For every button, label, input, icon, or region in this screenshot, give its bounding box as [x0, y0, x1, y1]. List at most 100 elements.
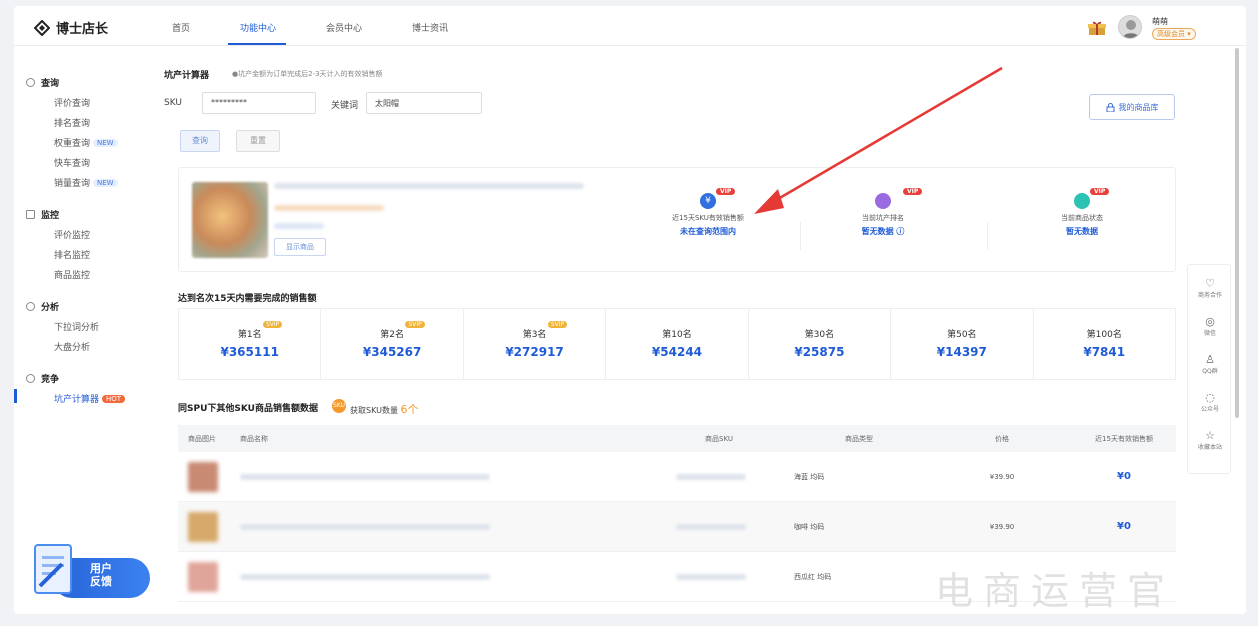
- logo-text: 博士店长: [56, 22, 109, 37]
- product-thumbnail: [188, 561, 218, 592]
- sidebar-section-analysis[interactable]: 分析: [26, 300, 59, 313]
- table-row[interactable]: 咖啡 均码 ¥39.90 ¥0: [178, 502, 1176, 552]
- avatar-icon: [1122, 20, 1140, 38]
- rank-value: ¥365111: [220, 345, 279, 359]
- metric-current-rank-value[interactable]: 暂无数据 ⓘ: [835, 226, 931, 237]
- rank-cell: 第100名 ¥7841: [1034, 309, 1175, 379]
- gift-icon[interactable]: [1088, 20, 1106, 36]
- sku-input[interactable]: *********: [202, 92, 316, 114]
- rank-cell: SVIP 第3名 ¥272917: [464, 309, 607, 379]
- rank-value: ¥25875: [794, 345, 845, 359]
- sku-icon: SKU: [332, 399, 346, 413]
- rank-value: ¥345267: [362, 345, 422, 359]
- query-button[interactable]: 查询: [180, 130, 220, 152]
- calculator-title: 坑产计算器: [164, 71, 210, 81]
- reset-button[interactable]: 重置: [236, 130, 280, 152]
- rank-value: ¥14397: [936, 345, 987, 359]
- rank-table: SVIP 第1名 ¥365111 SVIP 第2名 ¥345267 SVIP 第3名 ¥27…: [178, 308, 1176, 380]
- product-price: ¥39.90: [989, 472, 1015, 481]
- blurred-product-name: [240, 523, 490, 530]
- rank-value: ¥54244: [651, 345, 703, 359]
- show-product-button[interactable]: 显示商品: [274, 238, 326, 256]
- new-badge: NEW: [93, 178, 118, 187]
- official-account[interactable]: ◌ 公众号: [1188, 391, 1232, 413]
- bookmark-site[interactable]: ☆ 收藏本站: [1188, 429, 1232, 451]
- sidebar-item-sales-query[interactable]: 销量查询 NEW: [54, 176, 118, 189]
- sidebar-item-rank-monitor[interactable]: 排名监控: [54, 248, 90, 261]
- blurred-sku: [676, 573, 746, 580]
- sidebar-item-market-analysis[interactable]: 大盘分析: [54, 340, 90, 353]
- annotation-arrow: [754, 66, 1003, 214]
- document-icon: [34, 544, 72, 594]
- sku-count-label: 获取SKU数量 6个: [350, 403, 419, 416]
- watermark: 电商运营官: [935, 569, 1176, 613]
- product-sales: ¥0: [1117, 471, 1131, 482]
- search-icon: [26, 78, 35, 87]
- table-header: 商品图片 商品名称 商品SKU 商品类型 价格 近15天有效销售额: [178, 425, 1176, 452]
- sidebar-item-product-monitor[interactable]: 商品监控: [54, 268, 90, 281]
- blurred-product-name: [240, 573, 490, 580]
- product-type: 海蓝 均码: [794, 472, 825, 481]
- table-row[interactable]: 海蓝 均码 ¥39.90 ¥0: [178, 452, 1176, 502]
- target-icon: [26, 374, 35, 383]
- logo-icon: [34, 19, 50, 36]
- chat-icon: ◌: [1205, 391, 1215, 404]
- divider: [987, 222, 988, 250]
- qq-icon: ♙: [1205, 353, 1215, 366]
- product-sales: ¥0: [1117, 521, 1131, 532]
- my-product-library-button[interactable]: 我的商品库: [1089, 94, 1175, 120]
- product-image: [192, 182, 268, 258]
- rank-value: ¥272917: [505, 345, 564, 359]
- user-avatar[interactable]: [1118, 15, 1142, 39]
- sidebar-item-weight-query[interactable]: 权重查询 NEW: [54, 136, 118, 149]
- right-toolbar: ♡ 商务合作 ◎ 微信 ♙ QQ群 ◌ 公众号 ☆ 收藏本站: [1187, 264, 1231, 474]
- star-icon: ☆: [1205, 429, 1215, 442]
- metric-product-status: 当前商品状态 暂无数据: [1034, 193, 1130, 237]
- sidebar-item-review-query[interactable]: 评价查询: [54, 96, 90, 109]
- rank-section-title: 达到名次15天内需要完成的销售额: [178, 294, 317, 304]
- sidebar-section-monitor[interactable]: 监控: [26, 208, 59, 221]
- vip-badge: VIP: [716, 188, 736, 195]
- nav-home[interactable]: 首页: [172, 21, 190, 34]
- feedback-button[interactable]: 用户 反馈: [34, 544, 152, 602]
- member-level-badge[interactable]: 高级会员 ▾: [1152, 28, 1196, 40]
- svip-badge: SVIP: [405, 321, 425, 328]
- metric-product-status-value: 暂无数据: [1066, 227, 1098, 236]
- logo[interactable]: 博士店长: [34, 18, 108, 37]
- business-cooperation[interactable]: ♡ 商务合作: [1188, 277, 1232, 299]
- rank-cell: 第10名 ¥54244: [606, 309, 749, 379]
- sidebar-item-dropdown-analysis[interactable]: 下拉词分析: [54, 320, 99, 333]
- product-type: 咖啡 均码: [794, 522, 825, 531]
- sku-label: SKU: [164, 98, 182, 108]
- qq-group[interactable]: ♙ QQ群: [1188, 353, 1232, 375]
- scrollbar[interactable]: [1235, 48, 1239, 418]
- sidebar-item-express-query[interactable]: 快车查询: [54, 156, 90, 169]
- blurred-product-tag: [274, 223, 324, 229]
- user-name[interactable]: 萌萌: [1152, 16, 1168, 27]
- sidebar-active-indicator: [14, 389, 17, 403]
- spu-section-title: 同SPU下其他SKU商品销售额数据: [178, 404, 318, 414]
- clock-icon: [26, 302, 35, 311]
- product-thumbnail: [188, 461, 218, 492]
- monitor-icon: [26, 210, 35, 219]
- wechat[interactable]: ◎ 微信: [1188, 315, 1232, 337]
- sidebar-item-review-monitor[interactable]: 评价监控: [54, 228, 90, 241]
- rank-cell: SVIP 第1名 ¥365111: [179, 309, 322, 379]
- blurred-product-price: [274, 205, 384, 211]
- nav-member-center[interactable]: 会员中心: [326, 21, 362, 34]
- sidebar-item-pit-calculator[interactable]: 坑产计算器 HOT: [54, 392, 126, 405]
- handshake-icon: ♡: [1205, 277, 1215, 290]
- rank-cell: 第30名 ¥25875: [749, 309, 892, 379]
- nav-function-center[interactable]: 功能中心: [240, 21, 276, 34]
- sidebar-section-query[interactable]: 查询: [26, 76, 59, 89]
- sidebar-item-rank-query[interactable]: 排名查询: [54, 116, 90, 129]
- vip-badge: VIP: [1090, 188, 1110, 195]
- keyword-input[interactable]: 太阳帽: [366, 92, 482, 114]
- product-thumbnail: [188, 511, 218, 542]
- sidebar-section-competition[interactable]: 竞争: [26, 372, 59, 385]
- nav-news[interactable]: 博士资讯: [412, 21, 448, 34]
- blurred-product-title: [274, 183, 584, 189]
- nav-active-underline: [228, 43, 286, 45]
- top-nav: 博士店长 首页 功能中心 会员中心 博士资讯 萌萌 高级会员 ▾: [14, 6, 1246, 46]
- svip-badge: SVIP: [263, 321, 283, 328]
